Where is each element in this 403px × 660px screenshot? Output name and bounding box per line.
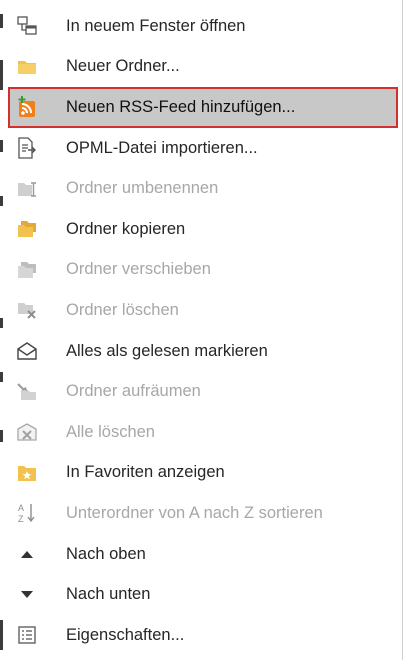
menu-item-label: Eigenschaften... bbox=[66, 625, 185, 644]
triangle-up-icon bbox=[16, 543, 38, 565]
menu-item-rename-folder[interactable]: Ordner umbenennen bbox=[8, 168, 398, 209]
menu-item-label: Alles als gelesen markieren bbox=[66, 341, 268, 360]
menu-item-clean-up-folder[interactable]: Ordner aufräumen bbox=[8, 371, 398, 412]
menu-item-label: OPML-Datei importieren... bbox=[66, 138, 258, 157]
svg-text:A: A bbox=[18, 503, 24, 513]
sort-az-icon: AZ bbox=[16, 502, 38, 524]
copy-folder-icon bbox=[16, 218, 38, 240]
menu-item-label: In neuem Fenster öffnen bbox=[66, 16, 246, 35]
menu-item-move-down[interactable]: Nach unten bbox=[8, 574, 398, 615]
menu-item-move-folder[interactable]: Ordner verschieben bbox=[8, 250, 398, 291]
open-envelope-icon bbox=[16, 340, 38, 362]
menu-item-label: Alle löschen bbox=[66, 422, 155, 441]
delete-folder-icon bbox=[16, 299, 38, 321]
menu-item-label: In Favoriten anzeigen bbox=[66, 463, 225, 482]
svg-text:Z: Z bbox=[18, 514, 24, 524]
window-edge bbox=[0, 0, 5, 660]
menu-item-label: Ordner kopieren bbox=[66, 219, 186, 238]
menu-item-properties[interactable]: Eigenschaften... bbox=[8, 615, 398, 656]
menu-item-label: Neuen RSS-Feed hinzufügen... bbox=[66, 97, 296, 116]
move-folder-icon bbox=[16, 259, 38, 281]
triangle-down-icon bbox=[16, 584, 38, 606]
cleanup-icon bbox=[16, 381, 38, 403]
menu-item-move-up[interactable]: Nach oben bbox=[8, 534, 398, 575]
rename-folder-icon bbox=[16, 178, 38, 200]
menu-item-label: Unterordner von A nach Z sortieren bbox=[66, 503, 323, 522]
menu-item-delete-all[interactable]: Alle löschen bbox=[8, 412, 398, 453]
menu-item-sort-subfolders[interactable]: AZ Unterordner von A nach Z sortieren bbox=[8, 493, 398, 534]
menu-item-label: Ordner löschen bbox=[66, 300, 179, 319]
menu-item-label: Ordner umbenennen bbox=[66, 179, 219, 198]
rss-add-icon bbox=[16, 96, 38, 118]
import-file-icon bbox=[16, 137, 38, 159]
menu-item-copy-folder[interactable]: Ordner kopieren bbox=[8, 209, 398, 250]
menu-item-add-rss-feed[interactable]: Neuen RSS-Feed hinzufügen... bbox=[8, 87, 398, 128]
context-menu: In neuem Fenster öffnen Neuer Ordner... … bbox=[8, 6, 398, 656]
menu-item-label: Neuer Ordner... bbox=[66, 57, 180, 76]
menu-item-mark-all-read[interactable]: Alles als gelesen markieren bbox=[8, 331, 398, 372]
menu-item-label: Ordner aufräumen bbox=[66, 382, 201, 401]
menu-item-delete-folder[interactable]: Ordner löschen bbox=[8, 290, 398, 331]
menu-item-show-in-favorites[interactable]: In Favoriten anzeigen bbox=[8, 453, 398, 494]
menu-item-label: Nach oben bbox=[66, 544, 146, 563]
properties-icon bbox=[16, 624, 38, 646]
new-window-icon bbox=[16, 15, 38, 37]
delete-all-icon bbox=[16, 421, 38, 443]
menu-item-open-new-window[interactable]: In neuem Fenster öffnen bbox=[8, 6, 398, 47]
favorite-folder-icon bbox=[16, 462, 38, 484]
menu-item-import-opml[interactable]: OPML-Datei importieren... bbox=[8, 128, 398, 169]
menu-item-label: Nach unten bbox=[66, 585, 151, 604]
menu-item-new-folder[interactable]: Neuer Ordner... bbox=[8, 47, 398, 88]
folder-icon bbox=[16, 56, 38, 78]
menu-item-label: Ordner verschieben bbox=[66, 260, 211, 279]
